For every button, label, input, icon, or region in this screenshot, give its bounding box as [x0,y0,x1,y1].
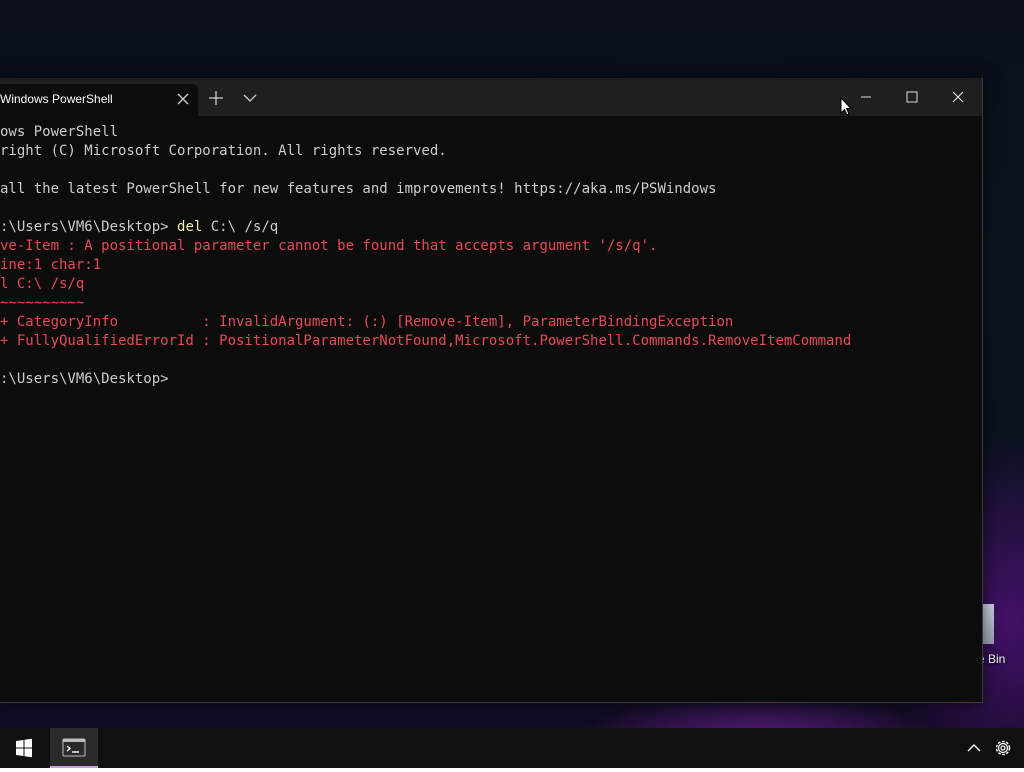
tab-windows-powershell[interactable]: Windows PowerShell [0,84,198,116]
chevron-up-icon [967,744,981,752]
recycle-bin[interactable]: e Bin [978,598,1024,670]
plus-icon [209,91,223,105]
terminal-line: all the latest PowerShell for new featur… [0,181,717,197]
start-button[interactable] [0,728,48,768]
command-name: del [177,219,203,235]
error-line: l C:\ /s/q [0,276,85,292]
mouse-cursor-icon [840,96,853,117]
maximize-icon [906,91,918,103]
close-icon [952,91,964,103]
terminal-line: ows PowerShell [0,124,119,140]
tab-dropdown-button[interactable] [238,86,262,110]
show-hidden-icons-button[interactable] [964,738,984,758]
error-line: ~~~~~~~~~~ [0,295,85,311]
terminal-prompt-line: :\Users\VM6\Desktop> del C:\ /s/q [0,218,278,237]
error-line: ine:1 char:1 [0,257,102,273]
terminal-taskbar-button[interactable] [50,728,98,768]
terminal-icon [62,738,86,757]
gear-icon [995,740,1011,756]
terminal-line: right (C) Microsoft Corporation. All rig… [0,143,447,159]
command-args: C:\ /s/q [202,219,279,235]
tab-close-icon[interactable] [174,90,192,108]
terminal-current-prompt[interactable]: :\Users\VM6\Desktop> [0,370,169,389]
close-button[interactable] [935,78,981,116]
chevron-down-icon [243,94,257,102]
maximize-button[interactable] [889,78,935,116]
prompt-path: :\Users\VM6\Desktop> [0,219,178,235]
title-bar[interactable]: Windows PowerShell [0,78,982,116]
terminal-window: Windows PowerShell ows PowerShell right … [0,78,983,703]
error-line: + CategoryInfo : InvalidArgument: (:) [R… [0,314,734,330]
tab-title: Windows PowerShell [0,92,113,106]
windows-logo-icon [16,738,32,758]
error-line: + FullyQualifiedErrorId : PositionalPara… [0,333,852,349]
error-line: ve-Item : A positional parameter cannot … [0,238,658,254]
new-tab-button[interactable] [204,86,228,110]
taskbar [0,728,1024,768]
settings-button[interactable] [992,737,1014,759]
